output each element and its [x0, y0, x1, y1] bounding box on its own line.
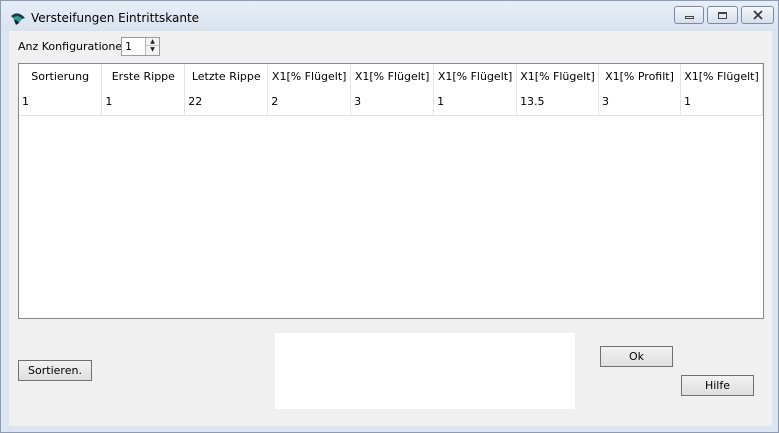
table-cell[interactable]: 2 [267, 89, 352, 116]
title-bar[interactable]: Versteifungen Eintrittskante [1, 1, 778, 31]
table-cell[interactable]: 1 [101, 89, 186, 116]
config-count-value[interactable]: 1 [125, 40, 132, 53]
dialog-client-area: Anz Konfigurationen 1 ▲ ▼ Sortierung Ers… [9, 31, 772, 426]
reinforcement-table[interactable]: Sortierung Erste Rippe Letzte Rippe X1[%… [18, 63, 764, 319]
preview-panel [275, 333, 575, 409]
help-button[interactable]: Hilfe [681, 375, 754, 396]
stepper-up-arrow-icon[interactable]: ▲ [146, 38, 159, 46]
table-cell[interactable]: 1 [19, 89, 103, 116]
sort-button[interactable]: Sortieren. [18, 360, 92, 381]
maximize-icon [718, 11, 727, 19]
window-title: Versteifungen Eintrittskante [31, 11, 200, 25]
minimize-button[interactable] [674, 6, 704, 24]
column-header[interactable]: X1[% Profilt] [598, 64, 681, 89]
close-button[interactable] [741, 6, 774, 24]
column-header[interactable]: X1[% Flügelt] [680, 64, 763, 89]
ok-button[interactable]: Ok [600, 346, 673, 367]
close-icon [752, 10, 763, 20]
config-count-label: Anz Konfigurationen [18, 40, 130, 53]
column-header[interactable]: X1[% Flügelt] [516, 64, 600, 89]
maximize-button[interactable] [707, 6, 738, 24]
column-header[interactable]: Erste Rippe [101, 64, 186, 89]
column-header[interactable]: X1[% Flügelt] [350, 64, 435, 89]
table-cell[interactable]: 3 [598, 89, 681, 116]
table-cell[interactable]: 22 [184, 89, 269, 116]
column-header[interactable]: X1[% Flügelt] [433, 64, 518, 89]
table-cell[interactable]: 1 [433, 89, 518, 116]
stepper-down-arrow-icon[interactable]: ▼ [146, 46, 159, 54]
column-header[interactable]: Letzte Rippe [184, 64, 269, 89]
dialog-window: Versteifungen Eintrittskante Anz Konfigu… [0, 0, 779, 433]
stepper-buttons: ▲ ▼ [145, 38, 159, 55]
wing-glider-icon [11, 13, 25, 25]
column-header[interactable]: Sortierung [19, 64, 103, 89]
minimize-icon [684, 16, 694, 19]
config-count-stepper[interactable]: 1 ▲ ▼ [121, 37, 160, 56]
column-header[interactable]: X1[% Flügelt] [267, 64, 352, 89]
table-cell[interactable]: 3 [350, 89, 435, 116]
table-cell[interactable]: 1 [680, 89, 763, 116]
table-cell[interactable]: 13.5 [516, 89, 600, 116]
table-header-row: Sortierung Erste Rippe Letzte Rippe X1[%… [19, 64, 763, 89]
table-row[interactable]: 1 1 22 2 3 1 13.5 3 1 [19, 89, 763, 116]
